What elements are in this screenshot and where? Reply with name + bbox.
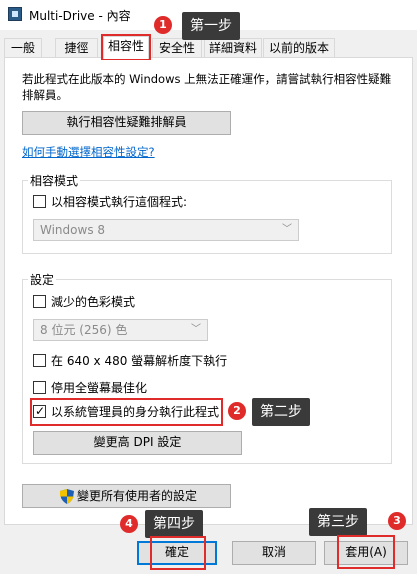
reduced-color-label: 減少的色彩模式 bbox=[51, 295, 136, 309]
tab-security[interactable]: 安全性 bbox=[152, 38, 202, 58]
tab-general[interactable]: 一般 bbox=[4, 38, 42, 58]
step1-callout: 第一步 bbox=[182, 12, 240, 40]
disable-fullscreen-checkbox[interactable] bbox=[33, 381, 46, 394]
compat-os-select[interactable]: Windows 8 ﹀ bbox=[33, 219, 299, 241]
drive-app-icon bbox=[8, 7, 22, 21]
uac-shield-icon bbox=[60, 489, 74, 504]
step2-highlight bbox=[30, 398, 223, 426]
compat-mode-group-label: 相容模式 bbox=[28, 172, 81, 189]
window-title: Multi-Drive - 內容 bbox=[29, 9, 131, 23]
chevron-down-icon: ﹀ bbox=[282, 224, 292, 235]
change-all-users-button[interactable]: 變更所有使用者的設定 bbox=[22, 484, 231, 508]
settings-group-label: 設定 bbox=[28, 271, 57, 288]
compat-mode-checkbox[interactable] bbox=[33, 195, 46, 208]
reduced-color-checkbox[interactable] bbox=[33, 295, 46, 308]
step4-badge: 4 bbox=[120, 515, 138, 533]
all-users-button-content: 變更所有使用者的設定 bbox=[60, 487, 210, 505]
tab-shortcut[interactable]: 捷徑 bbox=[55, 38, 98, 58]
step4-highlight bbox=[150, 536, 206, 570]
color-depth-value: 8 位元 (256) 色 bbox=[40, 323, 128, 337]
res-640-checkbox[interactable] bbox=[33, 354, 46, 367]
step2-callout: 第二步 bbox=[252, 398, 310, 426]
disable-fullscreen-row[interactable]: 停用全螢幕最佳化 bbox=[33, 380, 233, 396]
tab-details[interactable]: 詳細資料 bbox=[204, 38, 262, 58]
change-dpi-button[interactable]: 變更高 DPI 設定 bbox=[33, 431, 242, 455]
step2-badge: 2 bbox=[228, 402, 246, 420]
manual-settings-link[interactable]: 如何手動選擇相容性設定? bbox=[22, 144, 155, 160]
compatibility-description: 若此程式在此版本的 Windows 上無法正確運作，請嘗試執行相容性疑難排解員。 bbox=[22, 72, 392, 102]
compat-os-value: Windows 8 bbox=[40, 223, 106, 237]
step1-badge: 1 bbox=[154, 16, 172, 34]
res-640-row[interactable]: 在 640 x 480 螢幕解析度下執行 bbox=[33, 353, 273, 369]
color-depth-select[interactable]: 8 位元 (256) 色 ﹀ bbox=[33, 319, 208, 341]
cancel-button[interactable]: 取消 bbox=[232, 541, 316, 565]
step3-callout: 第三步 bbox=[309, 508, 367, 536]
compat-mode-group bbox=[22, 180, 392, 254]
tab-previous-versions[interactable]: 以前的版本 bbox=[263, 38, 335, 58]
step3-highlight bbox=[337, 535, 395, 569]
compat-mode-label: 以相容模式執行這個程式: bbox=[51, 195, 188, 209]
reduced-color-row[interactable]: 減少的色彩模式 bbox=[33, 294, 233, 310]
all-users-button-label: 變更所有使用者的設定 bbox=[77, 489, 198, 503]
res-640-label: 在 640 x 480 螢幕解析度下執行 bbox=[51, 354, 228, 368]
tab-compatibility[interactable]: 相容性 bbox=[103, 36, 149, 59]
step4-callout: 第四步 bbox=[145, 510, 203, 538]
compat-mode-row[interactable]: 以相容模式執行這個程式: bbox=[33, 194, 293, 210]
disable-fullscreen-label: 停用全螢幕最佳化 bbox=[51, 381, 148, 395]
chevron-down-icon: ﹀ bbox=[191, 324, 201, 335]
step3-badge: 3 bbox=[388, 512, 406, 530]
troubleshooter-button[interactable]: 執行相容性疑難排解員 bbox=[22, 111, 231, 135]
